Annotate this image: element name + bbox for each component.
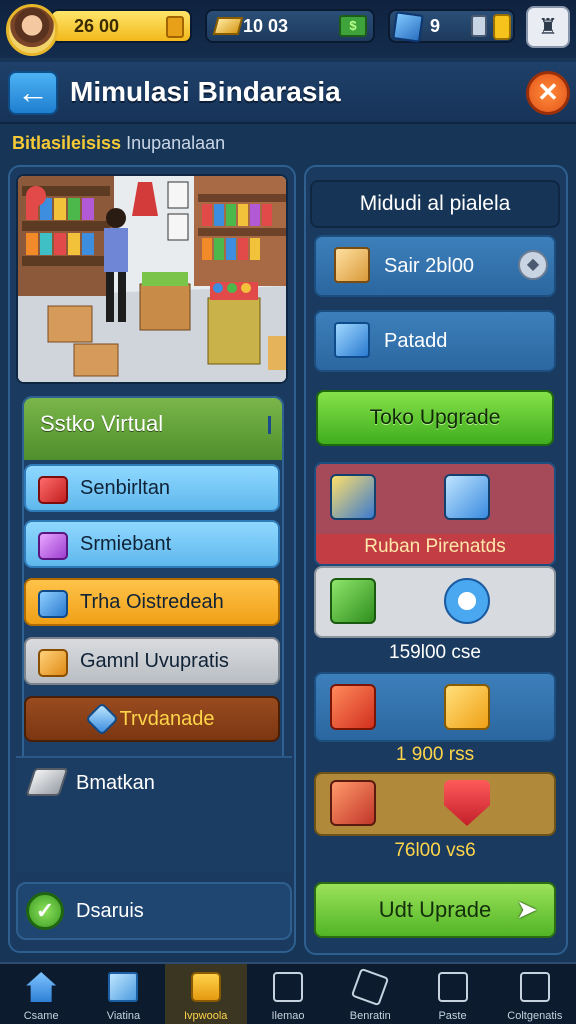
blue-gift-icon [38, 590, 68, 618]
cube-icon [108, 972, 139, 1002]
gold-value: 26 00 [74, 15, 120, 36]
left-row-dsaruis-label: Dsaruis [76, 900, 144, 922]
gem-cube-icon [392, 11, 424, 43]
dice-icon [272, 972, 303, 1002]
cash-icon: $ [339, 15, 367, 37]
nav-item-benratin[interactable]: Benratin [329, 964, 411, 1024]
subtitle-highlight: Bitlasileisiss [12, 133, 122, 153]
check-icon: ✓ [26, 892, 64, 930]
subtitle: Bitlasileisiss Inupanalaan [12, 133, 225, 154]
arrow-left-icon: ← [17, 74, 49, 110]
header-marker [268, 416, 271, 434]
gold-bar-icon [212, 17, 244, 35]
document-icon [444, 684, 490, 730]
home-icon [26, 972, 57, 1002]
shop-scene-image [16, 174, 288, 384]
nav-item-viatina-label: Viatina [106, 1010, 141, 1022]
menu-button-2-label: Srmiebant [80, 532, 172, 555]
item-row-sair-label: Sair 2bl00 [384, 254, 475, 277]
player-avatar[interactable] [6, 4, 58, 56]
nav-item-ilemao-label: Ilemao [271, 1010, 305, 1022]
close-button[interactable]: ✕ [526, 71, 570, 115]
nav-item-coltgenatis-label: Coltgenatis [507, 1010, 563, 1022]
menu-button-4[interactable]: Gamnl Uvupratis [24, 637, 280, 685]
page-title: Mimulasi Bindarasia [70, 76, 341, 107]
item-row-patadd-label: Patadd [384, 329, 448, 352]
left-row-bmatkan-label: Bmatkan [76, 772, 155, 794]
upgrade-card-1-label: Ruban Pirenatds [364, 536, 506, 557]
nav-item-paste[interactable]: Paste [411, 964, 493, 1024]
nav-item-paste-label: Paste [438, 1010, 467, 1022]
upgrade-card-2-price: 159l00 cse [389, 642, 481, 663]
red-gift-icon [38, 476, 68, 504]
cash-counter[interactable]: 10 03 $ [205, 9, 375, 43]
nav-item-coltgenatis[interactable]: Coltgenatis [494, 964, 576, 1024]
menu-button-3-label: Trha Oistredeah [80, 590, 224, 613]
nav-item-home-label: Csame [23, 1010, 59, 1022]
nav-item-ilemao[interactable]: Ilemao [247, 964, 329, 1024]
menu-button-3[interactable]: Trha Oistredeah [24, 578, 280, 626]
gold-add-icon[interactable] [166, 16, 184, 38]
bottom-nav: Csame Viatina Ivpwoola Ilemao Benratin P… [0, 962, 576, 1024]
back-button[interactable]: ← [8, 71, 58, 115]
blue-cube-icon [334, 322, 370, 358]
menu-button-5[interactable]: Trvdanade [24, 696, 280, 742]
chef-hat-button[interactable]: ♜ [526, 6, 570, 48]
nav-item-ivpwoola-label: Ivpwoola [183, 1010, 228, 1022]
nav-item-ivpwoola[interactable]: Ivpwoola [164, 964, 247, 1024]
phone-icon [471, 15, 487, 37]
chart-icon [444, 474, 490, 520]
gift-icon [190, 972, 221, 1002]
nav-item-home[interactable]: Csame [0, 964, 82, 1024]
menu-button-1[interactable]: Senbirltan [24, 464, 280, 512]
nav-item-viatina[interactable]: Viatina [82, 964, 164, 1024]
toko-upgrade-button[interactable]: Toko Upgrade [316, 390, 554, 446]
cash-value: 10 03 [243, 15, 289, 36]
window-icon [519, 972, 550, 1002]
virtual-store-title: Sstko Virtual [40, 411, 164, 436]
gems-counter[interactable]: 9 [388, 9, 515, 43]
orange-cube-icon [38, 649, 68, 677]
green-box-icon [330, 578, 376, 624]
diamond-badge-icon[interactable]: ◆ [518, 250, 548, 280]
close-icon: ✕ [537, 77, 559, 107]
chest-icon [330, 780, 376, 826]
upgrade-card-3-price: 1 900 rss [395, 744, 475, 765]
gems-add-icon[interactable] [493, 14, 511, 40]
subtitle-text: Inupanalaan [126, 133, 226, 153]
purple-gift-icon [38, 532, 68, 560]
gold-chest-icon [330, 474, 376, 520]
exit-icon [437, 972, 468, 1002]
menu-button-2[interactable]: Srmiebant [24, 520, 280, 568]
menu-button-1-label: Senbirltan [80, 476, 171, 499]
nav-item-benratin-label: Benratin [349, 1010, 391, 1022]
menu-button-4-label: Gamnl Uvupratis [80, 649, 229, 672]
upgrade-card-4-price: 76l00 vs6 [394, 840, 476, 861]
box-icon [334, 247, 370, 283]
chef-hat-icon: ♜ [538, 14, 558, 39]
gold-counter[interactable]: 26 00 [50, 9, 192, 43]
red-tag-icon [330, 684, 376, 730]
gems-value: 9 [430, 15, 441, 36]
refresh-icon [444, 578, 490, 624]
right-panel-header: Midudi al pialela [310, 180, 560, 228]
puzzle-icon [351, 967, 390, 1007]
cursor-icon: ➤ [516, 894, 538, 924]
shop-illustration [18, 176, 286, 382]
